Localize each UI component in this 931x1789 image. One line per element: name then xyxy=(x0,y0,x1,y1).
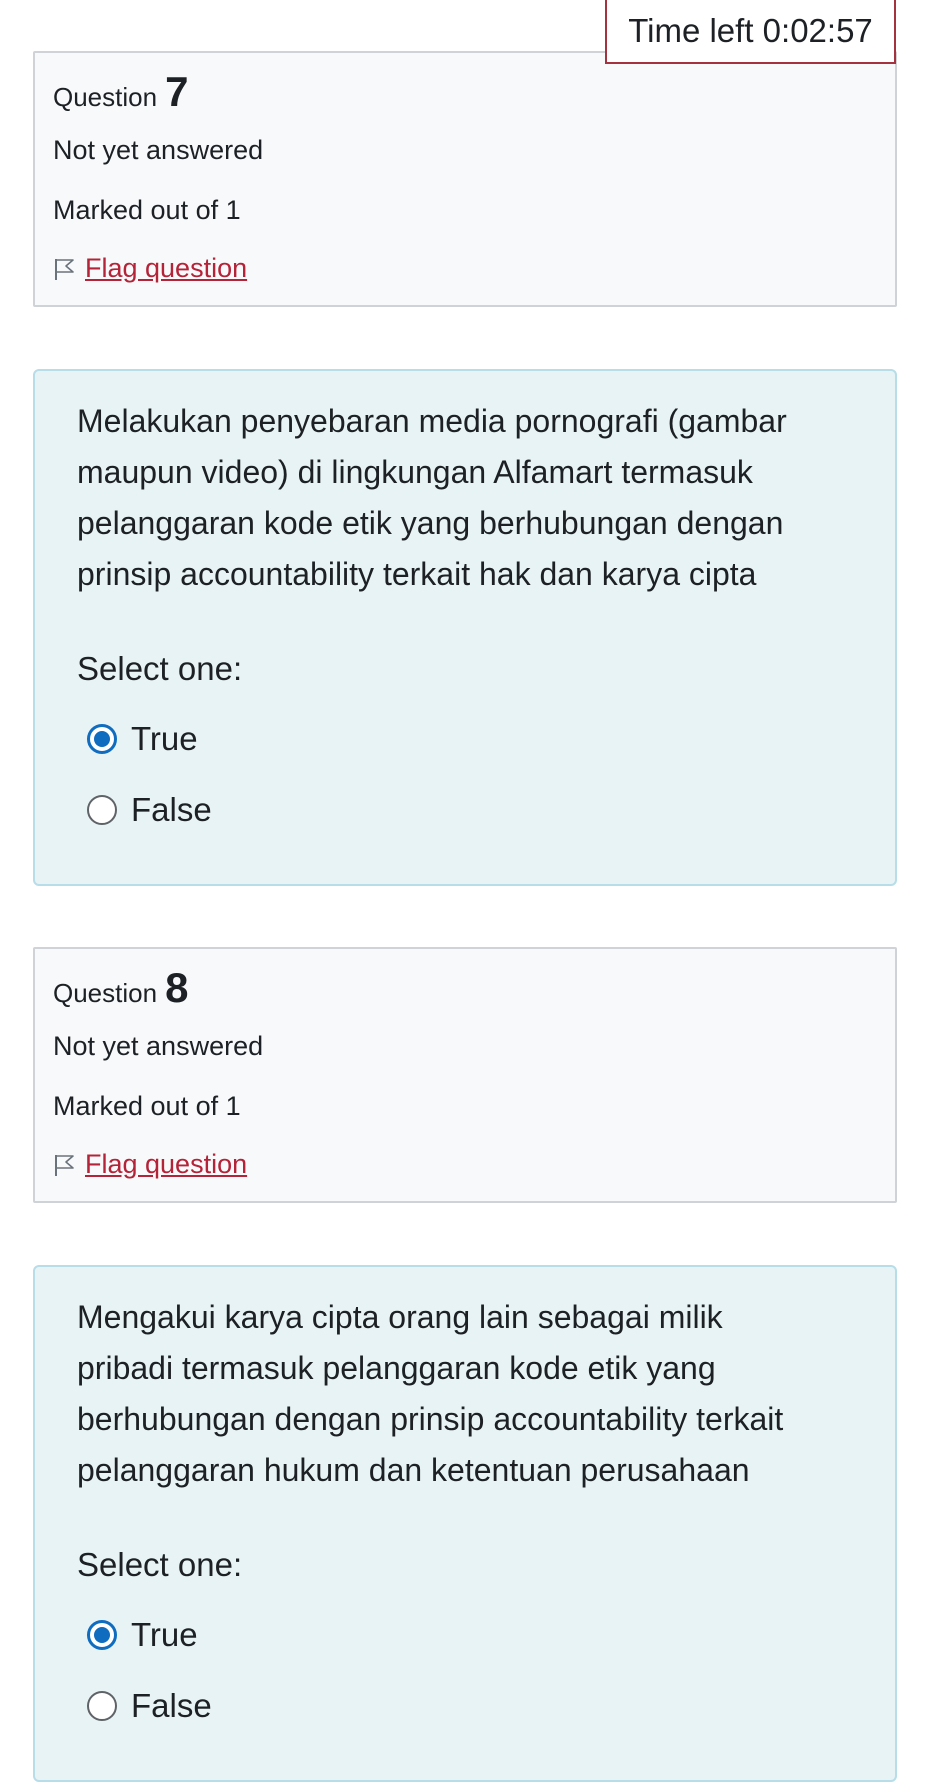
question-marks: Marked out of 1 xyxy=(53,1091,241,1121)
select-one-prompt: Select one: xyxy=(77,650,243,687)
question-heading: Question 8 xyxy=(53,964,188,1012)
option-label: False xyxy=(131,1687,212,1724)
radio-true-selected[interactable] xyxy=(87,1620,117,1650)
option-label: True xyxy=(131,1616,198,1653)
question-text-line: pelanggaran hukum dan ketentuan perusaha… xyxy=(77,1452,750,1488)
question-text-line: prinsip accountability terkait hak dan k… xyxy=(77,556,757,592)
timer-badge: Time left 0:02:57 xyxy=(605,0,896,64)
flag-question-button[interactable]: Flag question xyxy=(53,253,247,284)
flag-icon xyxy=(55,1154,74,1176)
option-true[interactable]: True xyxy=(87,720,198,758)
radio-true-selected[interactable] xyxy=(87,724,117,754)
option-true[interactable]: True xyxy=(87,1616,198,1654)
option-false[interactable]: False xyxy=(87,791,212,829)
question-text-line: Mengakui karya cipta orang lain sebagai … xyxy=(77,1299,723,1335)
question-info-8: Question 8 Not yet answered Marked out o… xyxy=(33,947,897,1203)
flag-question-link[interactable]: Flag question xyxy=(85,253,247,284)
radio-false[interactable] xyxy=(87,795,117,825)
question-text-line: Melakukan penyebaran media pornografi (g… xyxy=(77,403,787,439)
option-false[interactable]: False xyxy=(87,1687,212,1725)
question-number: 7 xyxy=(165,68,189,115)
question-heading: Question 7 xyxy=(53,68,188,116)
question-content-8: Mengakui karya cipta orang lain sebagai … xyxy=(33,1265,897,1782)
question-status: Not yet answered xyxy=(53,1031,264,1061)
question-text-line: pelanggaran kode etik yang berhubungan d… xyxy=(77,505,784,541)
radio-false[interactable] xyxy=(87,1691,117,1721)
question-marks: Marked out of 1 xyxy=(53,195,241,225)
question-content-7: Melakukan penyebaran media pornografi (g… xyxy=(33,369,897,886)
flag-question-link[interactable]: Flag question xyxy=(85,1149,247,1180)
question-status: Not yet answered xyxy=(53,135,264,165)
question-text-line: berhubungan dengan prinsip accountabilit… xyxy=(77,1401,784,1437)
flag-icon xyxy=(55,258,74,280)
flag-question-button[interactable]: Flag question xyxy=(53,1149,247,1180)
question-text-line: maupun video) di lingkungan Alfamart ter… xyxy=(77,454,753,490)
question-label: Question xyxy=(53,82,158,112)
question-text: Melakukan penyebaran media pornografi (g… xyxy=(77,396,867,600)
timer-value: 0:02:57 xyxy=(762,12,873,49)
option-label: False xyxy=(131,791,212,828)
option-label: True xyxy=(131,720,198,757)
select-one-prompt: Select one: xyxy=(77,1546,243,1583)
question-label: Question xyxy=(53,978,158,1008)
question-info-7: Question 7 Not yet answered Marked out o… xyxy=(33,51,897,307)
question-text-line: pribadi termasuk pelanggaran kode etik y… xyxy=(77,1350,716,1386)
timer-label: Time left xyxy=(628,12,754,49)
question-text: Mengakui karya cipta orang lain sebagai … xyxy=(77,1292,867,1496)
question-number: 8 xyxy=(165,964,189,1011)
